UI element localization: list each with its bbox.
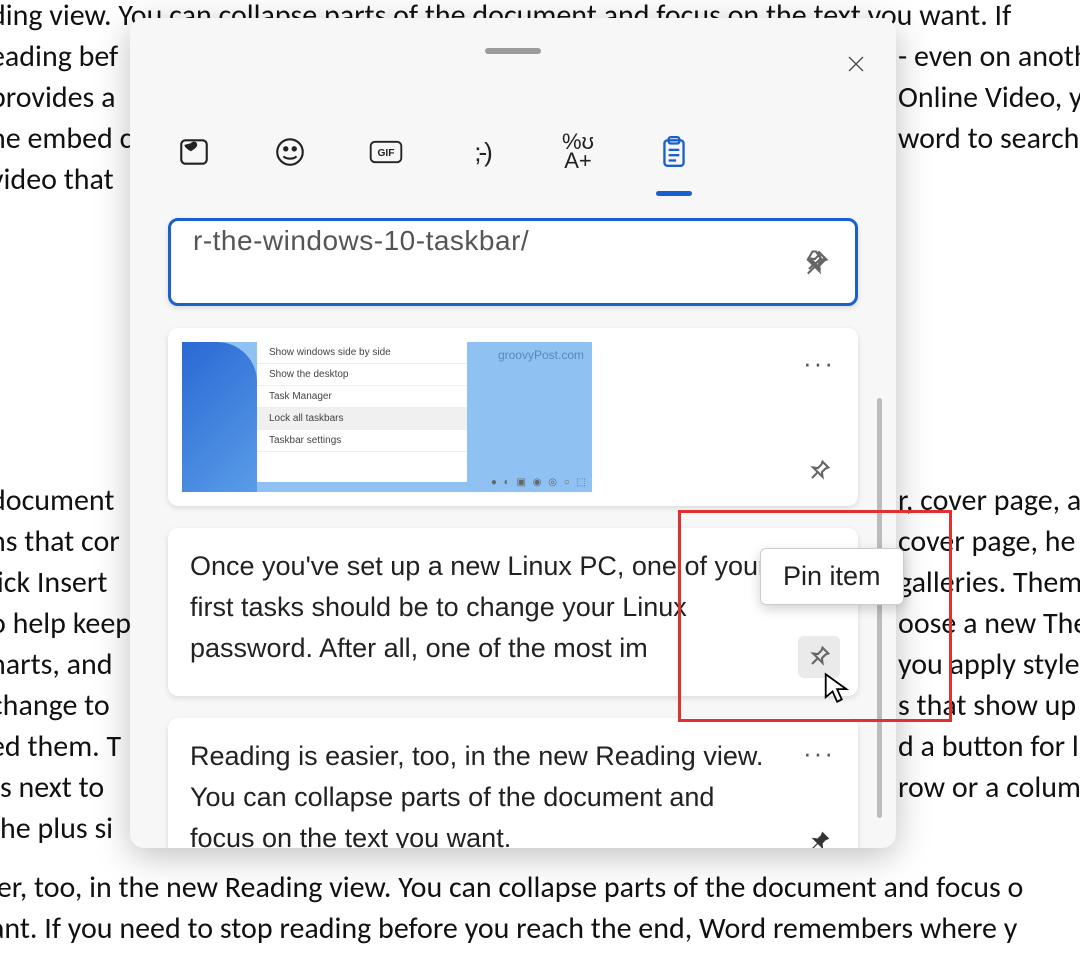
background-text-line: ant. If you need to stop reading before … — [0, 908, 1017, 949]
clip-item-url[interactable]: r-the-windows-10-taskbar/ — [168, 218, 858, 306]
clip-text: r-the-windows-10-taskbar/ — [193, 221, 775, 255]
tab-kaomoji[interactable]: ;-) — [458, 128, 506, 176]
background-text-line: he embed c — [0, 118, 132, 159]
close-button[interactable] — [836, 44, 876, 84]
background-text-line: row or a colum — [898, 767, 1080, 808]
svg-text:GIF: GIF — [378, 148, 395, 159]
background-text-line: the plus si — [0, 808, 113, 849]
clipboard-panel: GIF ;-) %ʊA+ r-the-windows-10-taskbar/ — [130, 18, 896, 848]
pin-button-pinned[interactable] — [798, 821, 840, 848]
background-text-line: document — [0, 480, 114, 521]
tab-emoji[interactable] — [266, 128, 314, 176]
system-tray-icons: ● ◐ ▣ ◉ ◎ ○ ⬚ — [491, 477, 588, 488]
thumb-menu-row: Show windows side by side — [257, 342, 467, 364]
pin-button[interactable] — [798, 450, 840, 492]
background-text-line: galleries. Them — [898, 562, 1080, 603]
background-text-line: ed them. T — [0, 726, 121, 767]
background-text-line: oose a new The — [898, 603, 1080, 644]
background-text-line: ns that cor — [0, 521, 120, 562]
clip-text: Once you've set up a new Linux PC, one o… — [190, 546, 778, 669]
image-watermark: groovyPost.com — [498, 348, 584, 362]
thumb-menu-row: Show the desktop — [257, 364, 467, 386]
thumb-menu-row: Taskbar settings — [257, 430, 467, 452]
more-button[interactable]: ··· — [798, 732, 840, 774]
thumb-menu-row: Lock all taskbars — [257, 408, 467, 430]
clip-item-image[interactable]: Show windows side by sideShow the deskto… — [168, 328, 858, 506]
more-button[interactable]: ··· — [798, 342, 840, 384]
background-text-line: video that — [0, 159, 114, 200]
tooltip-pin-item: Pin item — [760, 548, 904, 605]
tab-symbols[interactable]: %ʊA+ — [554, 128, 602, 176]
background-text-line: lick Insert — [0, 562, 107, 603]
background-text-line: you apply style — [898, 644, 1080, 685]
background-text-line: s that show up — [898, 685, 1076, 726]
clip-text: Reading is easier, too, in the new Readi… — [190, 736, 778, 848]
tab-clipboard[interactable] — [650, 128, 698, 176]
pin-button[interactable] — [795, 241, 837, 283]
tab-recent[interactable] — [170, 128, 218, 176]
clipboard-content: r-the-windows-10-taskbar/ Show windows s… — [130, 218, 896, 848]
background-text-line: rs next to — [0, 767, 104, 808]
background-text-line: r, cover page, a — [898, 480, 1080, 521]
cursor-icon — [822, 672, 850, 704]
tab-gif[interactable]: GIF — [362, 128, 410, 176]
drag-handle[interactable] — [485, 48, 541, 54]
background-text-line: ier, too, in the new Reading view. You c… — [0, 867, 1023, 908]
clip-item-reading[interactable]: Reading is easier, too, in the new Readi… — [168, 718, 858, 848]
background-text-line: eading bef — [0, 36, 118, 77]
background-text-line: d a button for l — [898, 726, 1079, 767]
background-text-line: provides a — [0, 77, 115, 118]
background-text-line: harts, and — [0, 644, 113, 685]
background-text-line: Online Video, y — [898, 77, 1080, 118]
background-text-line: - even on anoth — [898, 36, 1080, 77]
clip-image-thumbnail: Show windows side by sideShow the deskto… — [182, 342, 592, 492]
background-text-line: o help keep — [0, 603, 131, 644]
background-text-line: cover page, he — [898, 521, 1075, 562]
thumb-menu-row: Task Manager — [257, 386, 467, 408]
clip-item-linux[interactable]: Once you've set up a new Linux PC, one o… — [168, 528, 858, 696]
background-text-line: change to — [0, 685, 110, 726]
background-text-line: word to search — [898, 118, 1079, 159]
tab-bar: GIF ;-) %ʊA+ — [170, 128, 698, 176]
